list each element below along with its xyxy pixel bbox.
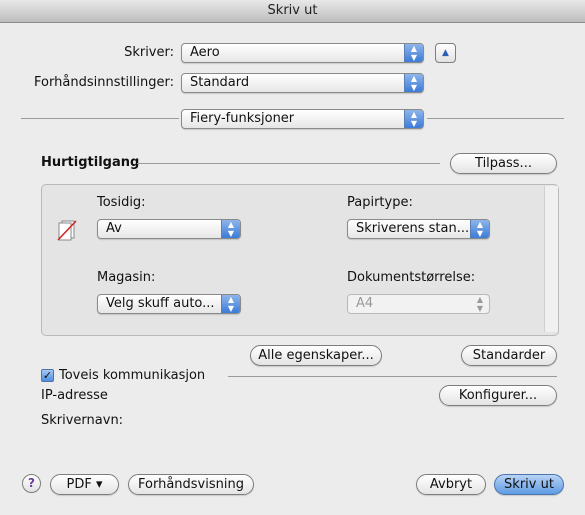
print-button[interactable]: Skriv ut	[494, 474, 564, 495]
quick-access-title: Hurtigtilgang	[41, 155, 140, 170]
separator	[21, 118, 179, 119]
presets-popup[interactable]: Standard ▲ ▼	[181, 73, 424, 93]
updown-arrows-icon: ▲ ▼	[404, 44, 423, 62]
configure-button[interactable]: Konfigurer...	[439, 385, 557, 406]
printer-name-label: Skrivernavn:	[41, 413, 124, 428]
separator	[137, 163, 440, 164]
updown-arrows-icon: ▲ ▼	[476, 295, 484, 313]
duplex-label: Tosidig:	[97, 195, 146, 210]
updown-arrows-icon: ▲ ▼	[221, 295, 240, 313]
tray-value: Velg skuff auto...	[106, 296, 215, 311]
duplex-off-icon	[56, 218, 80, 242]
tray-popup[interactable]: Velg skuff auto... ▲ ▼	[97, 294, 241, 314]
window-title: Skriv ut	[267, 3, 318, 18]
all-properties-button[interactable]: Alle egenskaper...	[250, 345, 382, 366]
question-icon: ?	[28, 476, 35, 490]
duplex-value: Av	[106, 221, 122, 236]
checkmark-icon: ✓	[42, 369, 53, 382]
paper-type-value: Skriverens stan...	[356, 221, 470, 236]
help-button[interactable]: ?	[22, 474, 41, 493]
duplex-popup[interactable]: Av ▲ ▼	[97, 219, 241, 239]
ip-address-label: IP-adresse	[41, 388, 108, 403]
printer-label: Skriver:	[124, 45, 174, 60]
panel-selector-value: Fiery-funksjoner	[190, 111, 295, 126]
doc-size-popup[interactable]: A4 ▲ ▼	[347, 294, 490, 314]
two-way-checkbox[interactable]: ✓	[41, 369, 54, 382]
paper-type-label: Papirtype:	[347, 195, 413, 210]
quick-access-scrollbar[interactable]	[544, 186, 558, 332]
updown-arrows-icon: ▲ ▼	[404, 110, 423, 128]
panel-selector-popup[interactable]: Fiery-funksjoner ▲ ▼	[181, 109, 424, 129]
updown-arrows-icon: ▲ ▼	[404, 74, 423, 92]
two-way-label: Toveis kommunikasjon	[59, 368, 206, 383]
printer-popup[interactable]: Aero ▲ ▼	[181, 43, 424, 63]
paper-type-popup[interactable]: Skriverens stan... ▲ ▼	[347, 219, 490, 239]
cancel-button[interactable]: Avbryt	[416, 474, 486, 495]
preview-button[interactable]: Forhåndsvisning	[128, 474, 254, 495]
presets-value: Standard	[190, 75, 250, 90]
collapse-dialog-button[interactable]: ▲	[435, 43, 456, 63]
updown-arrows-icon: ▲ ▼	[221, 220, 240, 238]
separator	[427, 118, 564, 119]
tray-label: Magasin:	[97, 270, 156, 285]
updown-arrows-icon: ▲ ▼	[470, 220, 489, 238]
window-titlebar: Skriv ut	[0, 0, 585, 23]
triangle-up-icon: ▲	[442, 48, 449, 58]
defaults-button[interactable]: Standarder	[461, 345, 557, 366]
doc-size-value: A4	[356, 296, 374, 311]
customize-button[interactable]: Tilpass...	[450, 153, 557, 174]
doc-size-label: Dokumentstørrelse:	[347, 270, 476, 285]
presets-label: Forhåndsinnstillinger:	[34, 75, 174, 90]
printer-value: Aero	[190, 45, 220, 60]
separator	[228, 376, 557, 377]
pdf-menu-button[interactable]: PDF ▾	[50, 474, 119, 495]
